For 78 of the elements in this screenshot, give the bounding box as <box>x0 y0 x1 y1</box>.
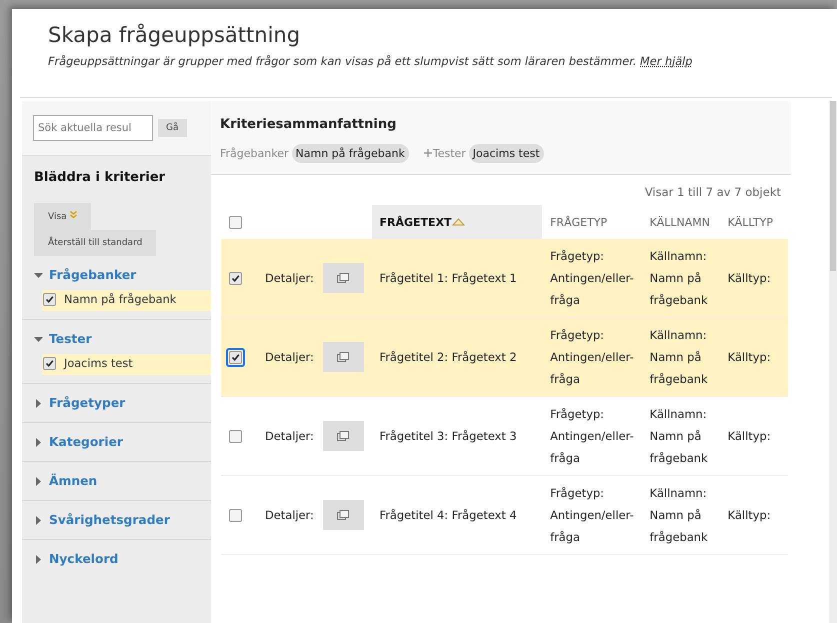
plus-icon <box>424 149 432 157</box>
table-cell: Frågetyp: Antingen/eller-fråga <box>542 318 642 396</box>
select-all-checkbox[interactable] <box>229 216 242 229</box>
criteria-checkbox[interactable] <box>43 293 56 306</box>
filter-chip[interactable]: Namn på frågebank <box>292 144 409 163</box>
table-cell: Frågetitel 2: Frågetext 2 <box>372 318 542 396</box>
table-cell: Frågetyp: Antingen/eller-fråga <box>542 396 642 476</box>
collapsed-triangle-icon[interactable] <box>34 554 43 564</box>
table-row[interactable]: Detaljer: Frågetitel 1: Frågetext 1 Frågetyp: Antingen/eller-fråga Källnamn: Namn på frågebank Källtyp: <box>221 239 788 318</box>
show-button[interactable]: Visa <box>34 203 91 230</box>
criteria-item[interactable]: Namn på frågebank <box>42 290 211 311</box>
criteria-group-title[interactable]: Nyckelord <box>49 552 118 566</box>
windows-icon <box>337 272 350 282</box>
table-cell: Frågetitel 1: Frågetext 1 <box>372 239 542 318</box>
table-cell: Källtyp: <box>720 476 788 554</box>
description-text: Frågeuppsättningar är grupper med frågor som kan visas på ett slumpvist sätt som läraren bestämmer. Mer hjälp <box>48 55 694 68</box>
expanded-triangle-icon[interactable] <box>34 270 43 280</box>
table-cell: Frågetyp: Antingen/eller-fråga <box>542 476 642 554</box>
filter-label: Frågebanker <box>220 147 289 160</box>
collapsed-triangle-icon[interactable] <box>34 516 43 524</box>
criteria-item[interactable]: Joacims test <box>42 354 211 375</box>
table-row[interactable]: Detaljer: Frågetitel 2: Frågetext 2 Frågetyp: Antingen/eller-fråga Källnamn: Namn på frågebank Källtyp: <box>221 318 788 396</box>
row-checkbox[interactable] <box>229 430 242 444</box>
row-checkbox[interactable] <box>229 351 242 364</box>
table-cell: Frågetitel 4: Frågetext 4 <box>372 476 542 554</box>
help-link[interactable]: Mer hjälp <box>640 55 692 68</box>
collapsed-triangle-icon[interactable] <box>34 438 43 446</box>
criteria-group-title[interactable]: Svårighetsgrader <box>49 513 170 527</box>
table-cell: Källtyp: <box>720 239 788 318</box>
criteria-label: Joacims test <box>64 357 133 370</box>
details-label: Detaljer: <box>265 350 314 364</box>
criteria-label: Namn på frågebank <box>64 293 176 306</box>
windows-icon <box>337 510 350 520</box>
criteria-group-title[interactable]: Frågebanker <box>49 268 136 282</box>
windows-icon <box>337 430 350 440</box>
table-cell: Källtyp: <box>720 318 788 396</box>
criteria-checkbox[interactable] <box>43 357 56 370</box>
table-cell: Frågetitel 3: Frågetext 3 <box>372 396 542 476</box>
collapsed-triangle-icon[interactable] <box>34 476 43 486</box>
filter-label: Tester <box>418 147 466 160</box>
table-cell: Källnamn: Namn på frågebank <box>642 476 720 554</box>
column-header[interactable]: FRÅGETYP <box>542 205 642 239</box>
column-header[interactable]: FRÅGETEXT <box>372 205 542 239</box>
search-field[interactable]: Sök aktuella resul <box>33 115 153 141</box>
table-row[interactable]: Detaljer: Frågetitel 3: Frågetext 3 Frågetyp: Antingen/eller-fråga Källnamn: Namn på frågebank Källtyp: <box>221 396 788 476</box>
table-cell: Källnamn: Namn på frågebank <box>642 318 720 396</box>
details-button[interactable] <box>322 263 364 293</box>
details-button[interactable] <box>322 421 364 451</box>
table-cell: Källnamn: Namn på frågebank <box>642 239 720 318</box>
sidebar-heading: Bläddra i kriterier <box>33 169 166 187</box>
column-header[interactable]: KÄLLNAMN <box>642 205 720 239</box>
row-checkbox[interactable] <box>229 509 242 522</box>
go-button[interactable]: Gå <box>158 119 186 137</box>
reset-button[interactable]: Återställ till standard <box>34 230 156 256</box>
details-label: Detaljer: <box>265 271 314 285</box>
windows-icon <box>337 352 350 362</box>
column-header[interactable]: KÄLLTYP <box>720 205 788 239</box>
row-checkbox[interactable] <box>229 272 242 286</box>
criteria-group-title[interactable]: Kategorier <box>49 435 123 449</box>
details-button[interactable] <box>322 500 364 530</box>
filter-chip[interactable]: Joacims test <box>468 144 544 163</box>
table-cell: Källnamn: Namn på frågebank <box>642 396 720 476</box>
page-title: Skapa frågeuppsättning <box>48 23 302 47</box>
details-label: Detaljer: <box>265 429 314 443</box>
collapsed-triangle-icon[interactable] <box>34 398 43 408</box>
details-button[interactable] <box>322 342 364 372</box>
summary-heading: Kriteriesammanfattning <box>220 117 398 132</box>
double-chevron-icon <box>70 211 77 219</box>
expanded-triangle-icon[interactable] <box>34 334 43 344</box>
table-cell: Frågetyp: Antingen/eller-fråga <box>542 239 642 318</box>
table-cell: Källtyp: <box>720 396 788 476</box>
criteria-group-title[interactable]: Tester <box>49 332 92 346</box>
details-label: Detaljer: <box>265 508 314 522</box>
criteria-group-title[interactable]: Frågetyper <box>49 396 126 410</box>
sort-triangle-icon <box>452 218 465 226</box>
criteria-group-title[interactable]: Ämnen <box>49 474 98 488</box>
table-row[interactable]: Detaljer: Frågetitel 4: Frågetext 4 Frågetyp: Antingen/eller-fråga Källnamn: Namn på frågebank Källtyp: <box>221 476 788 554</box>
result-count: Visar 1 till 7 av 7 objekt <box>644 184 782 201</box>
